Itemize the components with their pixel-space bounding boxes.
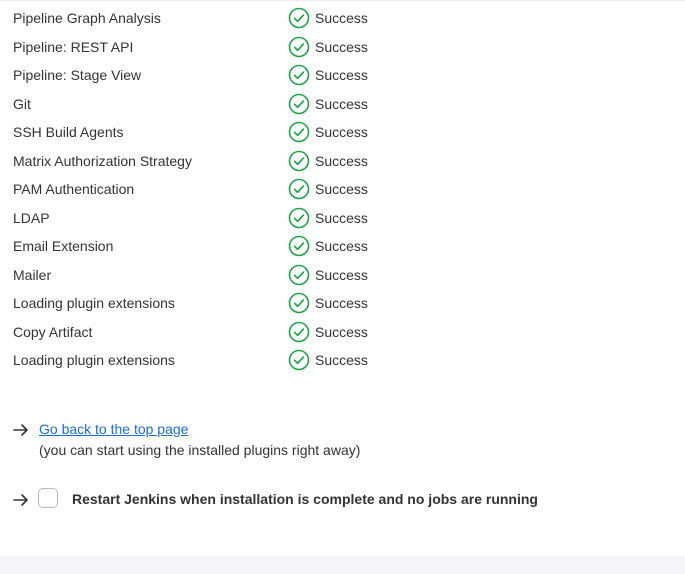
plugin-row: Git Success (0, 89, 685, 118)
plugin-install-status-list: Pipeline Graph Analysis Success Pipeline: … (0, 3, 685, 374)
plugin-row: SSH Build Agents Success (0, 117, 685, 146)
page-footer (0, 556, 685, 574)
check-circle-icon (288, 178, 310, 200)
go-back-top-page-link[interactable]: Go back to the top page (39, 421, 188, 437)
check-circle-icon (288, 121, 310, 143)
plugin-row: Loading plugin extensions Success (0, 345, 685, 374)
plugin-name: Mailer (13, 266, 52, 283)
plugin-row: Loading plugin extensions Success (0, 288, 685, 317)
plugin-row: Copy Artifact Success (0, 317, 685, 346)
plugin-name: Loading plugin extensions (13, 295, 175, 311)
check-circle-icon (288, 292, 310, 314)
plugin-status: Success (288, 150, 368, 172)
status-text: Success (315, 209, 368, 226)
plugin-name: SSH Build Agents (13, 124, 124, 140)
plugin-name: Email Extension (13, 238, 114, 254)
plugin-name: LDAP (13, 209, 50, 226)
plugin-row: Email Extension Success (0, 231, 685, 260)
check-circle-icon (288, 64, 310, 86)
status-text: Success (315, 95, 368, 112)
plugin-name: PAM Authentication (13, 181, 135, 197)
arrow-right-icon (13, 494, 28, 506)
plugin-status: Success (288, 207, 368, 229)
check-circle-icon (288, 264, 310, 285)
status-text: Success (315, 266, 368, 283)
plugin-status: Success (288, 264, 368, 286)
plugin-name: Pipeline: REST API (13, 38, 134, 55)
plugin-status: Success (288, 121, 368, 143)
status-text: Success (315, 238, 368, 254)
go-back-note: (you can start using the installed plugi… (39, 442, 361, 458)
plugin-status: Success (288, 178, 368, 200)
plugin-status: Success (288, 235, 368, 257)
plugin-row: Pipeline: Stage View Success (0, 60, 685, 89)
plugin-name: Matrix Authorization Strategy (13, 152, 192, 169)
plugin-row: Mailer Success (0, 260, 685, 289)
plugin-status: Success (288, 64, 368, 86)
restart-jenkins-label[interactable]: Restart Jenkins when installation is com… (72, 491, 538, 507)
arrow-right-icon (13, 424, 28, 436)
status-text: Success (315, 352, 368, 368)
plugin-status: Success (288, 349, 368, 371)
status-text: Success (315, 295, 368, 311)
plugin-name: Pipeline Graph Analysis (13, 10, 161, 26)
restart-jenkins-checkbox[interactable] (38, 488, 58, 508)
check-circle-icon (288, 36, 310, 57)
check-circle-icon (288, 150, 310, 171)
check-circle-icon (288, 7, 310, 29)
plugin-row: Matrix Authorization Strategy Success (0, 146, 685, 175)
plugin-name: Pipeline: Stage View (13, 67, 142, 83)
top-divider (0, 0, 685, 1)
status-text: Success (315, 38, 368, 55)
status-text: Success (315, 124, 368, 140)
plugin-status: Success (288, 36, 368, 58)
plugin-row: Pipeline Graph Analysis Success (0, 3, 685, 32)
status-text: Success (315, 67, 368, 83)
plugin-row: LDAP Success (0, 203, 685, 232)
plugin-status: Success (288, 292, 368, 314)
plugin-row: Pipeline: REST API Success (0, 32, 685, 61)
status-text: Success (315, 323, 368, 340)
status-text: Success (315, 152, 368, 169)
plugin-row: PAM Authentication Success (0, 174, 685, 203)
plugin-name: Copy Artifact (13, 323, 93, 340)
plugin-status: Success (288, 93, 368, 115)
check-circle-icon (288, 349, 310, 371)
status-text: Success (315, 10, 368, 26)
check-circle-icon (288, 93, 310, 114)
check-circle-icon (288, 207, 310, 228)
plugin-name: Loading plugin extensions (13, 352, 175, 368)
update-center-page: Pipeline Graph Analysis Success Pipeline: … (0, 0, 685, 574)
check-circle-icon (288, 235, 310, 257)
plugin-name: Git (13, 95, 31, 112)
check-circle-icon (288, 321, 310, 342)
plugin-status: Success (288, 7, 368, 29)
plugin-status: Success (288, 321, 368, 343)
status-text: Success (315, 181, 368, 197)
